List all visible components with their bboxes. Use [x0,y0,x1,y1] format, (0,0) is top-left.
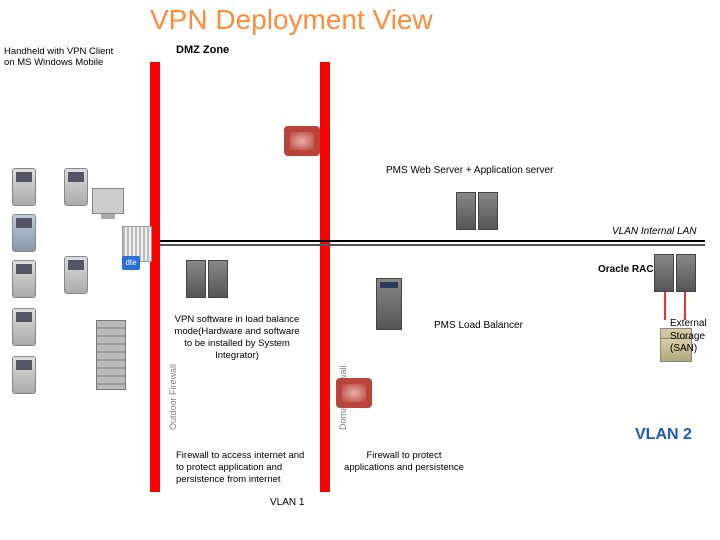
domain-firewall-bar [320,62,330,492]
firewall-apps-note: Firewall to protect applications and per… [344,450,464,474]
pms-lb-server-icon [376,278,402,330]
oracle-rac-server-icon [654,254,696,292]
handheld-label: Handheld with VPN Client on MS Windows M… [4,46,124,69]
desktop-pc-icon [92,188,124,214]
dte-badge: dte [122,256,140,270]
vlan-internal-label: VLAN Internal LAN [612,226,712,237]
outdoor-firewall-bar [150,62,160,492]
radio-tower-icon [96,320,126,390]
external-storage-label: External Storage (SAN) [670,318,720,356]
pda-device-icon [64,256,88,294]
vpn-lb-server-icon [186,260,228,298]
firewall-internet-note: Firewall to access internet and to prote… [176,450,306,486]
vlan-internal-line-shadow [160,244,705,246]
oracle-rac-label: Oracle RAC [598,264,654,277]
pms-web-server-icon [456,192,498,230]
vlan-internal-line [160,240,705,242]
outdoor-firewall-label: Outdoor Firewall [168,364,228,430]
switch-icon [284,126,320,156]
page-title: VPN Deployment View [150,4,433,36]
handheld-device-icon [12,168,36,206]
handheld-device-icon [12,356,36,394]
pms-lb-label: PMS Load Balancer [434,320,523,333]
pda-device-icon [64,168,88,206]
handheld-device-icon [12,214,36,252]
storage-link-line [664,292,666,320]
handheld-device-icon [12,308,36,346]
vlan2-label: VLAN 2 [635,426,692,444]
vlan1-label: VLAN 1 [270,497,304,508]
storage-link-line [684,292,686,320]
dmz-zone-label: DMZ Zone [176,44,229,56]
switch-icon [336,378,372,408]
vpn-software-note: VPN software in load balance mode(Hardwa… [172,314,302,362]
pms-web-label: PMS Web Server + Application server [386,165,553,178]
handheld-device-icon [12,260,36,298]
